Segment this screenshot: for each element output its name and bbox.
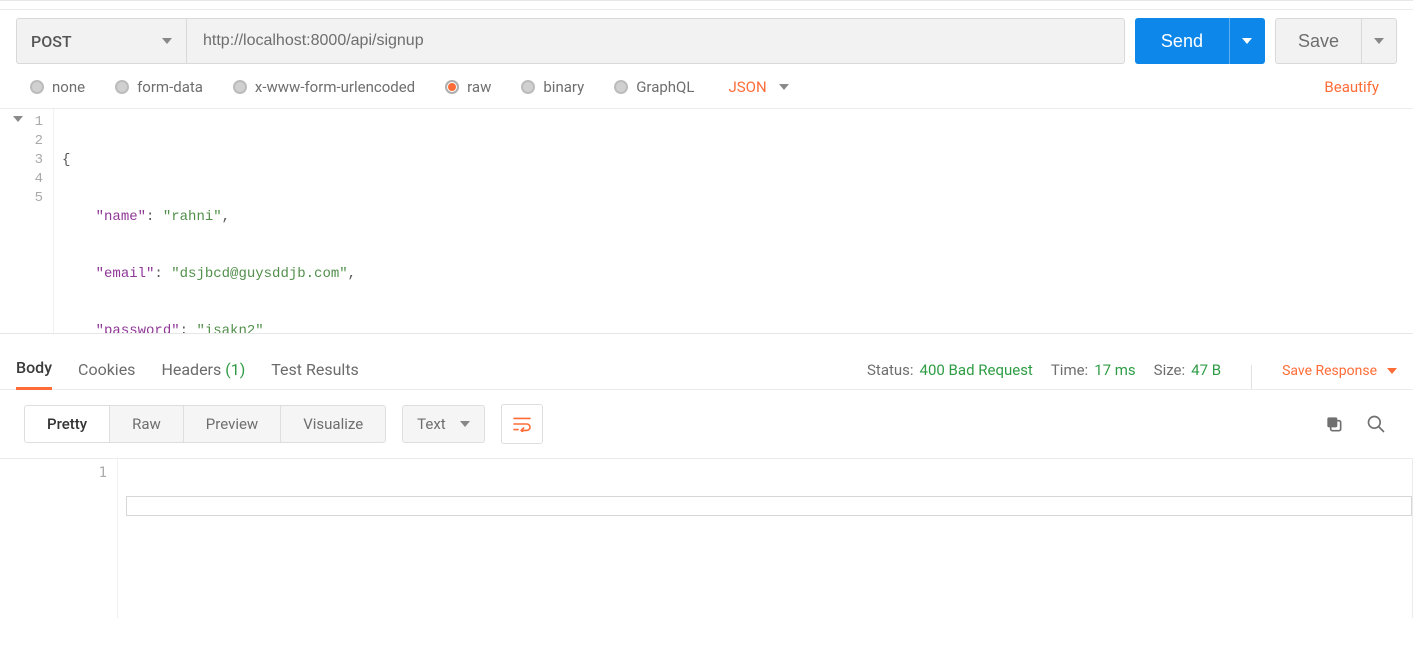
http-method-value: POST: [31, 32, 72, 51]
time-value: 17 ms: [1094, 361, 1135, 379]
chevron-down-icon: [1387, 368, 1397, 374]
body-type-raw[interactable]: raw: [445, 78, 491, 96]
body-type-x-www-form-urlencoded[interactable]: x-www-form-urlencoded: [233, 78, 415, 96]
chevron-down-icon: [1242, 38, 1252, 44]
beautify-button[interactable]: Beautify: [1324, 78, 1379, 96]
view-mode-visualize[interactable]: Visualize: [281, 406, 385, 442]
body-subformat-select[interactable]: JSON: [728, 78, 788, 96]
status-value: 400 Bad Request: [920, 361, 1033, 379]
send-button[interactable]: Send: [1135, 18, 1229, 64]
response-bar: Body Cookies Headers(1) Test Results Sta…: [0, 334, 1413, 390]
viewer-controls: Pretty Raw Preview Visualize Text: [0, 390, 1413, 458]
line-number: 1: [0, 465, 107, 481]
body-type-form-data[interactable]: form-data: [115, 78, 203, 96]
divider: [1251, 365, 1252, 389]
response-meta: Status:400 Bad Request Time:17 ms Size:4…: [867, 361, 1221, 389]
time-meta[interactable]: Time:17 ms: [1051, 361, 1136, 379]
response-gutter: 1: [0, 459, 118, 618]
save-response-label: Save Response: [1282, 363, 1377, 379]
editor-gutter: 1 2 3 4 5: [0, 109, 54, 333]
chevron-down-icon: [1374, 38, 1384, 44]
body-type-row: none form-data x-www-form-urlencoded raw…: [0, 74, 1413, 109]
search-response-button[interactable]: [1363, 411, 1389, 437]
tab-label: Test Results: [271, 360, 359, 379]
tab-label: Cookies: [78, 360, 135, 379]
response-tab-cookies[interactable]: Cookies: [78, 360, 135, 389]
body-type-label: raw: [467, 78, 491, 96]
line-number: 3: [0, 151, 43, 170]
view-mode-pretty[interactable]: Pretty: [25, 406, 110, 442]
body-subformat-value: JSON: [728, 78, 766, 96]
save-button-group: Save: [1275, 18, 1397, 64]
body-type-label: x-www-form-urlencoded: [255, 78, 415, 96]
active-line: [126, 496, 1412, 516]
http-method-select[interactable]: POST: [16, 18, 186, 64]
response-tab-test-results[interactable]: Test Results: [271, 360, 359, 389]
size-meta[interactable]: Size:47 B: [1154, 361, 1221, 379]
body-type-none[interactable]: none: [30, 78, 85, 96]
line-number: 4: [0, 170, 43, 189]
fold-icon[interactable]: [13, 116, 23, 122]
tab-count: (1): [225, 360, 245, 379]
response-code[interactable]: [118, 459, 1412, 618]
body-type-label: GraphQL: [636, 78, 694, 96]
status-meta[interactable]: Status:400 Bad Request: [867, 361, 1033, 379]
top-divider: [0, 0, 1413, 9]
line-number: 2: [0, 132, 43, 151]
radio-icon: [521, 80, 535, 94]
tab-label: Body: [16, 358, 52, 377]
view-mode-segmented: Pretty Raw Preview Visualize: [24, 405, 386, 443]
line-number: 5: [0, 189, 43, 208]
response-body-editor[interactable]: 1: [0, 458, 1413, 618]
save-options-button[interactable]: [1361, 18, 1397, 64]
radio-icon: [30, 80, 44, 94]
radio-icon: [233, 80, 247, 94]
copy-response-button[interactable]: [1321, 411, 1347, 437]
request-row: POST Send Save: [0, 9, 1413, 74]
editor-code[interactable]: { "name": "rahni", "email": "dsjbcd@guys…: [54, 109, 1413, 333]
response-format-value: Text: [417, 415, 446, 433]
body-type-label: binary: [543, 78, 584, 96]
response-tab-headers[interactable]: Headers(1): [161, 360, 245, 389]
body-type-binary[interactable]: binary: [521, 78, 584, 96]
body-type-graphql[interactable]: GraphQL: [614, 78, 694, 96]
chevron-down-icon: [779, 84, 789, 90]
radio-icon: [614, 80, 628, 94]
wrap-icon: [512, 416, 532, 432]
chevron-down-icon: [460, 421, 470, 427]
wrap-lines-button[interactable]: [501, 404, 543, 444]
tab-label: Headers: [161, 360, 221, 379]
copy-icon: [1324, 414, 1344, 434]
response-format-select[interactable]: Text: [402, 405, 485, 443]
view-mode-raw[interactable]: Raw: [110, 406, 184, 442]
body-type-label: form-data: [137, 78, 203, 96]
request-url-input[interactable]: [186, 18, 1125, 64]
search-icon: [1366, 414, 1386, 434]
line-number: 1: [35, 114, 43, 130]
radio-icon: [115, 80, 129, 94]
request-body-editor[interactable]: 1 2 3 4 5 { "name": "rahni", "email": "d…: [0, 109, 1413, 334]
size-value: 47 B: [1191, 361, 1221, 379]
radio-icon: [445, 80, 459, 94]
send-button-group: Send: [1135, 18, 1265, 64]
send-options-button[interactable]: [1229, 18, 1265, 64]
save-response-button[interactable]: Save Response: [1282, 363, 1397, 389]
view-mode-preview[interactable]: Preview: [184, 406, 281, 442]
chevron-down-icon: [162, 38, 172, 44]
response-tab-body[interactable]: Body: [16, 358, 52, 390]
save-button[interactable]: Save: [1275, 18, 1361, 64]
body-type-label: none: [52, 78, 85, 96]
